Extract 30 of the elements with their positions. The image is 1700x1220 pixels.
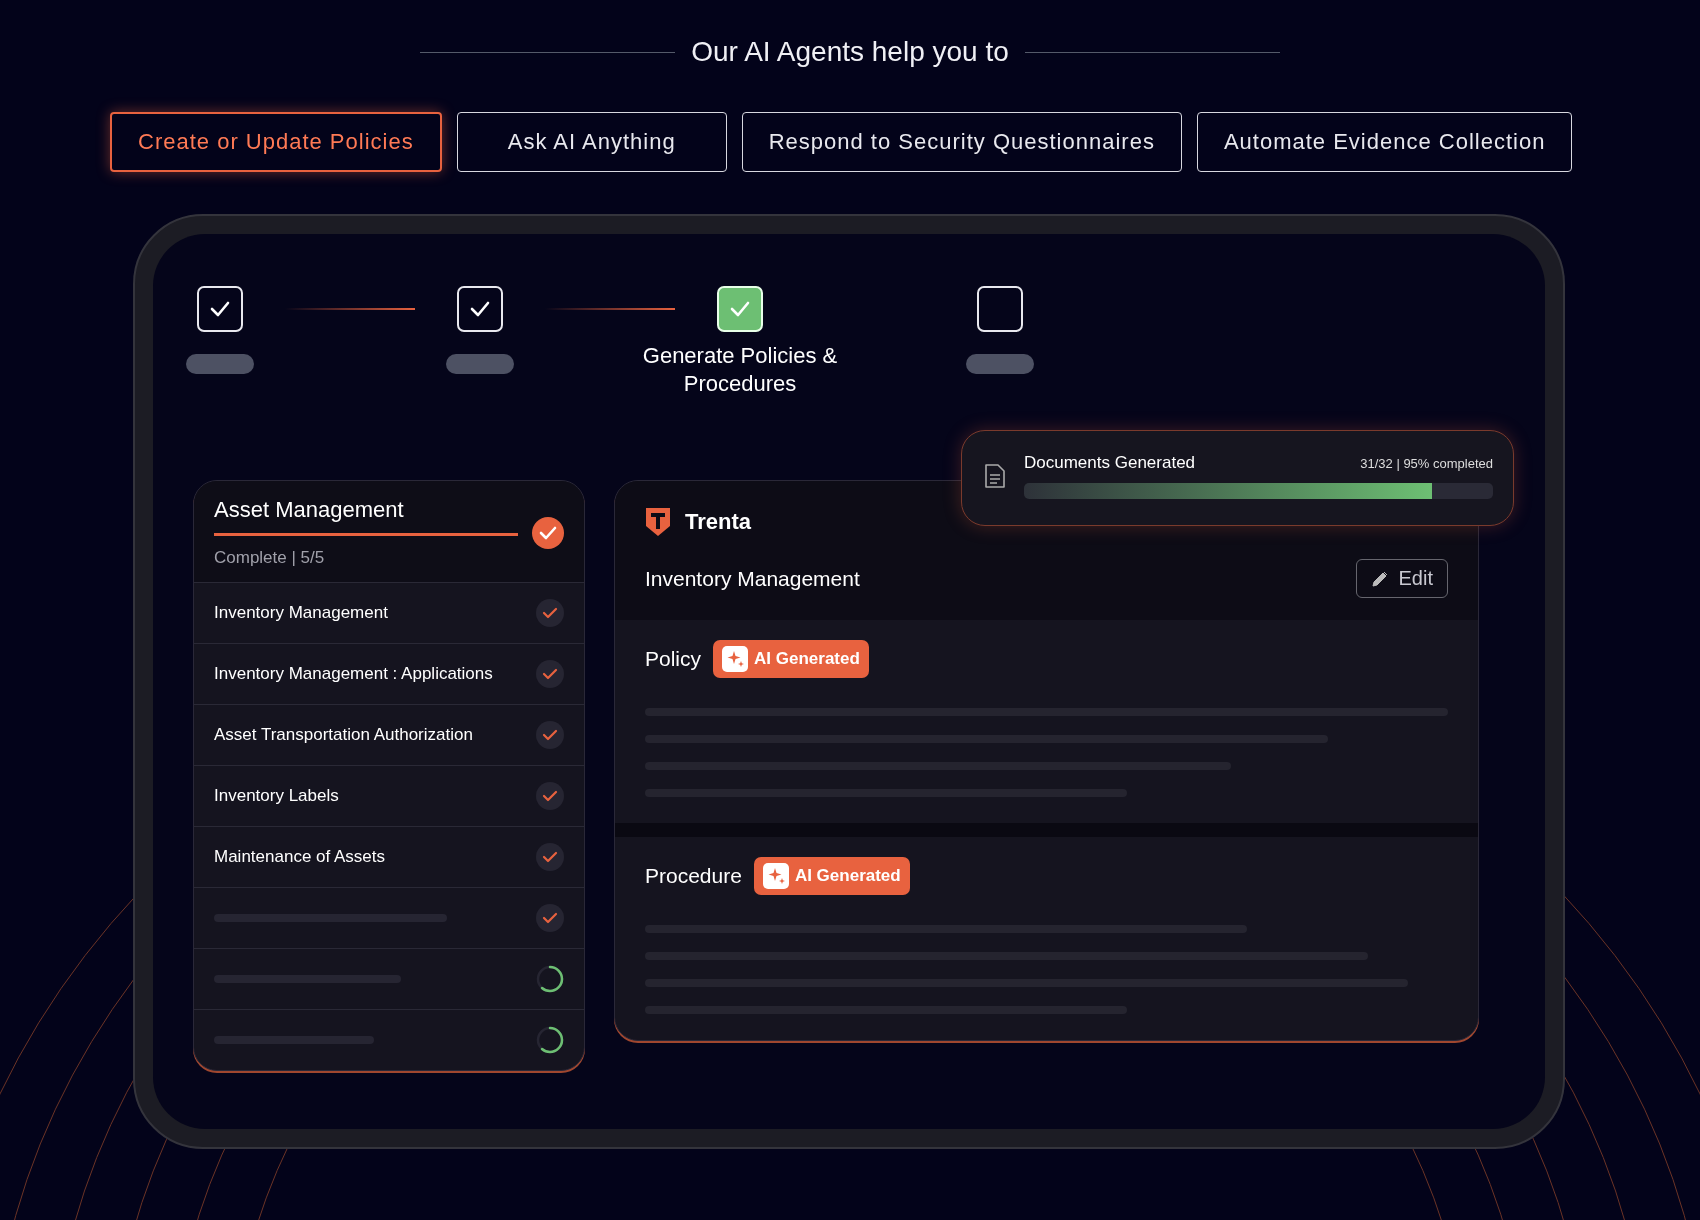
progress-title: Documents Generated <box>1024 453 1196 473</box>
document-icon <box>984 463 1006 489</box>
sparkle-icon <box>722 646 749 672</box>
checklist-title: Asset Management <box>214 497 405 523</box>
checklist-status: Complete | 5/5 <box>214 548 326 568</box>
checklist-item: Asset Transportation Authorization <box>214 725 473 745</box>
tab[interactable]: Ask AI Anything <box>456 112 727 172</box>
step-label: Generate Policies & Procedures <box>641 342 839 398</box>
edit-button[interactable]: Edit <box>1355 559 1448 598</box>
label-placeholder <box>446 354 514 374</box>
pencil-icon <box>1370 569 1389 588</box>
progress-text: 31/32 | 95% completed <box>1360 456 1493 471</box>
shield-logo-icon <box>645 507 671 537</box>
label-placeholder <box>966 354 1034 374</box>
checklist-item: Inventory Management <box>214 603 388 623</box>
checklist-item: Inventory Management : Applications <box>214 664 493 684</box>
section-heading: Our AI Agents help you to <box>691 36 1009 68</box>
tab[interactable]: Automate Evidence Collection <box>1196 112 1573 172</box>
brand-name: Trenta <box>685 509 752 535</box>
tab[interactable]: Create or Update Policies <box>110 112 442 172</box>
ai-generated-badge: AI Generated <box>753 857 910 895</box>
section-title: Policy <box>645 647 702 671</box>
checklist-item: Inventory Labels <box>214 786 339 806</box>
tab[interactable]: Respond to Security Questionnaires <box>741 112 1182 172</box>
document-title: Inventory Management <box>645 566 860 591</box>
sparkle-icon <box>762 863 789 889</box>
ai-generated-badge: AI Generated <box>713 640 869 678</box>
checklist-item: Maintenance of Assets <box>214 847 386 867</box>
section-title: Procedure <box>645 864 742 888</box>
label-placeholder <box>186 354 254 374</box>
